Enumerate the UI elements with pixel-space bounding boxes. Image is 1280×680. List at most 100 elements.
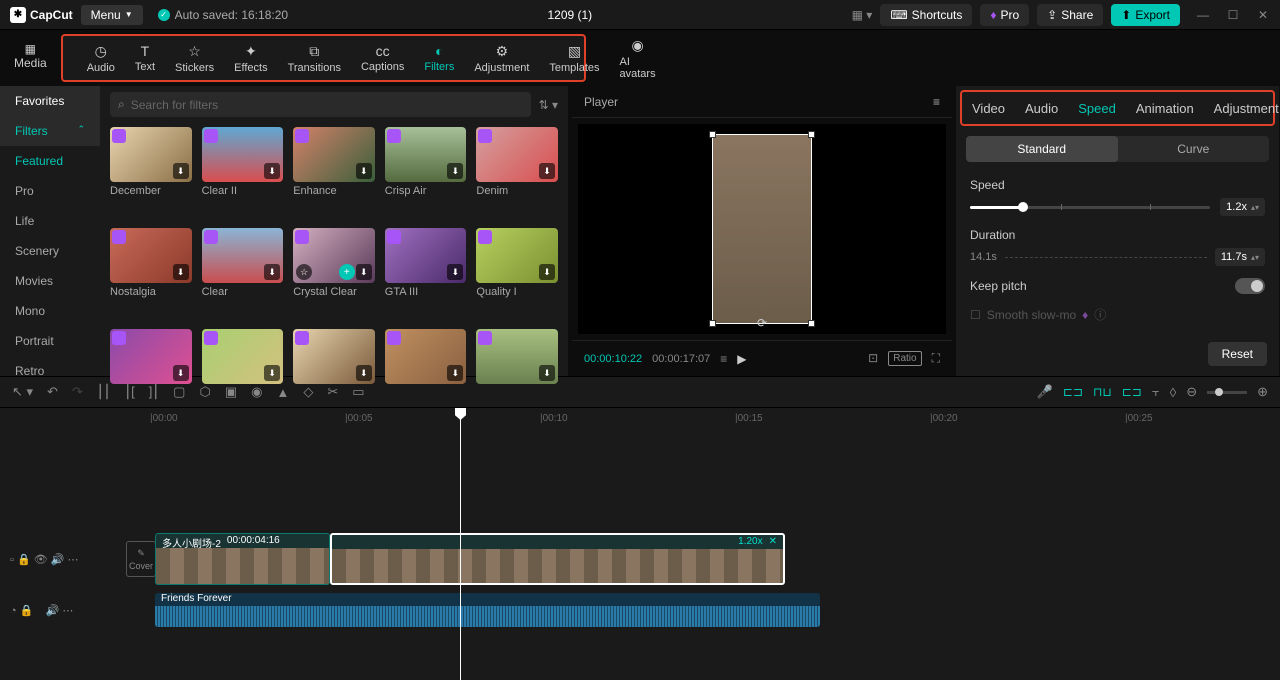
filter-Nostalgia[interactable]: ⬇Nostalgia	[110, 228, 192, 323]
snap-tool-1[interactable]: ⊏⊐	[1063, 385, 1083, 399]
video-clip-1[interactable]: 多人小剧场-200:00:04:16	[155, 533, 330, 585]
audio-track-controls[interactable]: ◔ 🔒 🔊 ⋯	[10, 604, 105, 617]
split-right-tool[interactable]: ]⎮	[149, 384, 159, 400]
rp-tab-adjustment[interactable]: Adjustment	[1204, 95, 1280, 122]
top-tab-audio[interactable]: ◷Audio	[77, 41, 125, 76]
ruler-mark: |00:10	[540, 413, 568, 424]
filter-Enhance[interactable]: ⬇Enhance	[293, 127, 375, 222]
zoom-out[interactable]: ⊖	[1186, 384, 1197, 400]
duration-from: 14.1s	[970, 251, 997, 263]
snap-tool-3[interactable]: ⊏⊐	[1122, 385, 1142, 399]
speed-value[interactable]: 1.2x▴▾	[1220, 198, 1265, 216]
media-tab[interactable]: ▦ Media	[10, 34, 51, 82]
top-tab-stickers[interactable]: ☆Stickers	[165, 41, 224, 76]
ratio-button[interactable]: Ratio	[888, 351, 921, 366]
player-menu-icon[interactable]: ≡	[933, 95, 940, 109]
speed-slider[interactable]	[970, 206, 1210, 209]
sidebar-portrait[interactable]: Portrait	[0, 326, 100, 356]
sort-button[interactable]: ⇅ ▾	[539, 98, 558, 112]
delete-tool[interactable]: ▢	[173, 384, 185, 400]
top-tab-adjustment[interactable]: ⚙Adjustment	[464, 41, 539, 76]
app-logo: ✱CapCut	[10, 7, 73, 23]
current-timecode: 00:00:10:22	[584, 353, 642, 365]
rp-tab-animation[interactable]: Animation	[1126, 95, 1204, 122]
mirror-tool[interactable]: ▲	[276, 385, 289, 400]
subtab-curve[interactable]: Curve	[1118, 136, 1270, 162]
export-button[interactable]: ⬆ Export	[1111, 4, 1180, 26]
minimize-icon[interactable]: —	[1196, 8, 1210, 22]
keep-pitch-toggle[interactable]	[1235, 278, 1265, 294]
scan-icon[interactable]: ⊡	[868, 351, 878, 366]
audio-clip[interactable]: Friends Forever	[155, 593, 820, 627]
split-left-tool[interactable]: ⎮[	[124, 384, 134, 400]
filter-GTA III[interactable]: ⬇GTA III	[385, 228, 467, 323]
video-clip-2-selected[interactable]: 1.20x✕	[330, 533, 785, 585]
marker-tool[interactable]: ◊	[1170, 385, 1176, 400]
menu-button[interactable]: Menu ▼	[81, 5, 143, 25]
filter-Clear II[interactable]: ⬇Clear II	[202, 127, 284, 222]
filter-Quality I[interactable]: ⬇Quality I	[476, 228, 558, 323]
cover-button[interactable]: ✎Cover	[126, 541, 156, 577]
duration-to[interactable]: 11.7s▴▾	[1215, 248, 1265, 266]
speed-label: Speed	[970, 178, 1265, 192]
maximize-icon[interactable]: ☐	[1226, 8, 1240, 22]
ruler-mark: |00:25	[1125, 413, 1153, 424]
top-tab-effects[interactable]: ✦Effects	[224, 41, 277, 76]
search-input[interactable]: ⌕ Search for filters	[110, 92, 531, 117]
sidebar-life[interactable]: Life	[0, 206, 100, 236]
rotate-tool[interactable]: ◇	[303, 384, 313, 400]
play-button[interactable]: ▶	[737, 352, 746, 366]
sidebar-favorites[interactable]: Favorites	[0, 86, 100, 116]
sidebar-pro[interactable]: Pro	[0, 176, 100, 206]
video-track-controls[interactable]: ▫ 🔒 👁 🔊 ⋯	[10, 553, 105, 566]
top-tab-text[interactable]: TText	[125, 41, 165, 75]
sidebar-movies[interactable]: Movies	[0, 266, 100, 296]
sidebar-mono[interactable]: Mono	[0, 296, 100, 326]
top-tab-captions[interactable]: ccCaptions	[351, 41, 414, 75]
filter-Crisp Air[interactable]: ⬇Crisp Air	[385, 127, 467, 222]
layout-icon[interactable]: ▦ ▾	[852, 8, 873, 22]
top-tab-filters[interactable]: ◐Filters	[414, 41, 464, 75]
close-icon[interactable]: ✕	[1256, 8, 1270, 22]
rp-tab-speed[interactable]: Speed	[1068, 95, 1126, 122]
align-tool[interactable]: ⫟	[1152, 384, 1160, 400]
player-title: Player	[584, 95, 618, 109]
shield-tool[interactable]: ⬡	[199, 384, 210, 400]
refresh-icon[interactable]: ⟳	[757, 316, 767, 330]
record-tool[interactable]: ◉	[251, 384, 262, 400]
redo-button[interactable]: ↷	[72, 384, 83, 400]
filter-sidebar: FavoritesFilters ⌃FeaturedProLifeScenery…	[0, 86, 100, 416]
copy-tool[interactable]: ▣	[225, 384, 237, 400]
keep-pitch-label: Keep pitch	[970, 279, 1027, 293]
playhead[interactable]	[460, 410, 461, 680]
player-viewport[interactable]: ⟳	[578, 124, 946, 334]
filter-December[interactable]: ⬇December	[110, 127, 192, 222]
share-button[interactable]: ⇪ Share	[1037, 4, 1103, 26]
sidebar-featured[interactable]: Featured	[0, 146, 100, 176]
subtab-standard[interactable]: Standard	[966, 136, 1118, 162]
frame-tool[interactable]: ▭	[352, 384, 364, 400]
zoom-in[interactable]: ⊕	[1257, 384, 1268, 400]
rp-tab-audio[interactable]: Audio	[1015, 95, 1068, 122]
sidebar-scenery[interactable]: Scenery	[0, 236, 100, 266]
mic-icon[interactable]: 🎤	[1037, 384, 1053, 400]
top-tab-transitions[interactable]: ⧉Transitions	[278, 41, 351, 76]
shortcuts-button[interactable]: ⌨ Shortcuts	[880, 4, 972, 26]
fullscreen-icon[interactable]: ⛶	[932, 351, 940, 366]
cursor-tool[interactable]: ↖ ▾	[12, 384, 33, 400]
undo-button[interactable]: ↶	[47, 384, 58, 400]
project-title: 1209 (1)	[288, 8, 852, 22]
rp-tab-video[interactable]: Video	[962, 95, 1015, 122]
video-frame[interactable]	[712, 134, 812, 324]
split-tool[interactable]: ⎮⎮	[97, 384, 111, 400]
pro-button[interactable]: ♦Pro	[980, 4, 1029, 26]
snap-tool-2[interactable]: ⊓⊔	[1093, 385, 1112, 399]
crop-tool[interactable]: ✂	[327, 384, 338, 400]
filter-Denim[interactable]: ⬇Denim	[476, 127, 558, 222]
filter-Clear[interactable]: ⬇Clear	[202, 228, 284, 323]
list-icon[interactable]: ≡	[720, 352, 727, 366]
autosave-status: ✓Auto saved: 16:18:20	[158, 8, 288, 22]
sidebar-filters[interactable]: Filters ⌃	[0, 116, 100, 146]
filter-Crystal Clear[interactable]: ☆+⬇Crystal Clear	[293, 228, 375, 323]
reset-button[interactable]: Reset	[1208, 342, 1267, 366]
